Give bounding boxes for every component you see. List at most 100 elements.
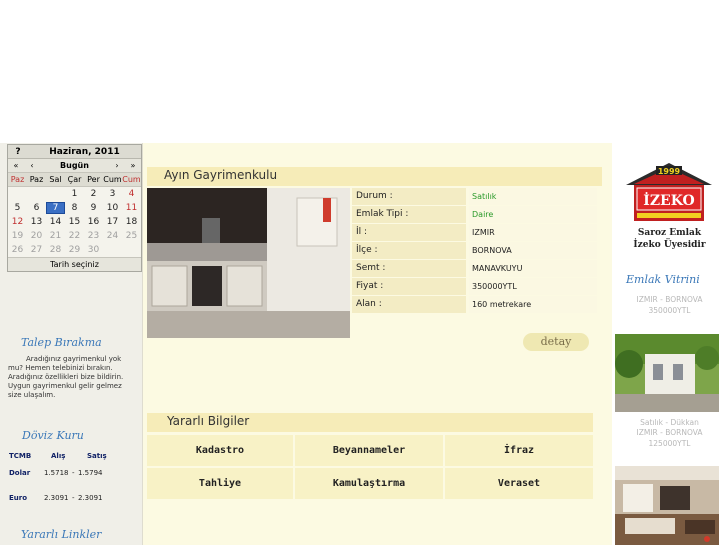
featured-details: Durum : Satılık Emlak Tipi : Daire İl : … — [352, 188, 597, 314]
calendar-widget: ? Haziran, 2011 « ‹ Bugün › » Paz Paz Sa… — [7, 144, 142, 272]
calendar-day[interactable]: 15 — [65, 217, 84, 227]
useful-info-title: Yararlı Bilgiler — [167, 414, 250, 428]
doviz-name-euro: Euro — [9, 494, 28, 502]
calendar-day[interactable]: 8 — [65, 203, 84, 213]
doviz-header-alis: Alış — [51, 452, 66, 460]
detail-key: İlçe : — [352, 242, 466, 259]
featured-photo[interactable] — [147, 188, 350, 338]
detail-row: Durum : Satılık — [352, 188, 597, 205]
vitrin3-image[interactable] — [615, 466, 719, 545]
detail-key: İl : — [352, 224, 466, 241]
vitrin1-price[interactable]: 350000YTL — [612, 306, 727, 316]
calendar-footer: Tarih seçiniz — [8, 257, 141, 271]
day-header: Cum — [122, 175, 141, 184]
prev-year-button[interactable]: « — [8, 161, 24, 170]
detail-value-city: IZMIR — [469, 224, 597, 241]
links-title: Yararlı Linkler — [21, 528, 102, 541]
logo-text: İZEKO — [643, 190, 694, 209]
left-sidebar: ? Haziran, 2011 « ‹ Bugün › » Paz Paz Sa… — [0, 143, 143, 545]
calendar-week: 26 27 28 29 30 — [8, 243, 141, 257]
useful-link-ifraz[interactable]: İfraz — [445, 435, 593, 466]
calendar-week: 5 6 7 8 9 10 11 — [8, 201, 141, 215]
calendar-day[interactable]: 28 — [46, 245, 65, 255]
vitrin2-image[interactable] — [615, 334, 719, 412]
calendar-day[interactable]: 12 — [8, 217, 27, 227]
calendar-day[interactable]: 16 — [84, 217, 103, 227]
calendar-day[interactable]: 23 — [84, 231, 103, 241]
calendar-day[interactable]: 20 — [27, 231, 46, 241]
doviz-header-tcmb: TCMB — [9, 452, 32, 460]
calendar-week: 19 20 21 22 23 24 25 — [8, 229, 141, 243]
day-header: Paz — [10, 175, 25, 184]
calendar-day[interactable]: 24 — [103, 231, 122, 241]
calendar-day[interactable]: 14 — [46, 217, 65, 227]
calendar-title-bar: ? Haziran, 2011 — [8, 145, 141, 159]
calendar-day[interactable]: 25 — [122, 231, 141, 241]
calendar-day[interactable]: 9 — [84, 203, 103, 213]
izeko-member-text: Saroz Emlak İzeko Üyesidir — [612, 227, 727, 251]
calendar-week: 12 13 14 15 16 17 18 — [8, 215, 141, 229]
calendar-day[interactable]: 13 — [27, 217, 46, 227]
calendar-day[interactable]: 3 — [103, 189, 122, 199]
right-sidebar: 1999 İZEKO Saroz Emlak İzeko Üyesidir Em… — [612, 143, 727, 545]
calendar-day[interactable]: 27 — [27, 245, 46, 255]
calendar-day[interactable]: 30 — [84, 245, 103, 255]
company-name: Saroz Emlak — [637, 228, 702, 238]
today-button[interactable]: Bugün — [40, 161, 109, 170]
vitrin2-type[interactable]: Satılık - Dükkan — [612, 418, 727, 428]
day-header: Per — [87, 175, 100, 184]
prev-month-button[interactable]: ‹ — [24, 161, 40, 170]
calendar-day[interactable]: 2 — [84, 189, 103, 199]
detail-key: Alan : — [352, 296, 466, 313]
detail-row: İl : IZMIR — [352, 224, 597, 241]
vitrin2-location[interactable]: IZMIR - BORNOVA — [612, 428, 727, 438]
vitrin2-price[interactable]: 125000YTL — [612, 439, 727, 449]
calendar-day[interactable]: 5 — [8, 203, 27, 213]
vitrin1-location[interactable]: IZMIR - BORNOVA — [612, 295, 727, 305]
calendar-day[interactable]: 26 — [8, 245, 27, 255]
calendar-day[interactable]: 17 — [103, 217, 122, 227]
detail-value-status: Satılık — [469, 188, 597, 205]
useful-info-header: Yararlı Bilgiler — [147, 413, 593, 432]
useful-link-kadastro[interactable]: Kadastro — [147, 435, 293, 466]
calendar-day[interactable]: 6 — [27, 203, 46, 213]
calendar-day[interactable]: 11 — [122, 203, 141, 213]
logo-year: 1999 — [658, 167, 681, 176]
next-year-button[interactable]: » — [125, 161, 141, 170]
detail-key: Durum : — [352, 188, 466, 205]
page: ? Haziran, 2011 « ‹ Bugün › » Paz Paz Sa… — [0, 0, 727, 545]
detail-key: Fiyat : — [352, 278, 466, 295]
doviz-euro-alis: 2.3091 — [44, 494, 69, 502]
vitrin-title: Emlak Vitrini — [626, 273, 700, 286]
doviz-header-satis: Satış — [87, 452, 107, 460]
calendar-help-button[interactable]: ? — [8, 147, 28, 157]
calendar-day[interactable]: 18 — [122, 217, 141, 227]
detail-button[interactable]: detay — [523, 333, 589, 351]
talep-title: Talep Bırakma — [21, 336, 102, 349]
detail-row: Emlak Tipi : Daire — [352, 206, 597, 223]
calendar-day[interactable]: 19 — [8, 231, 27, 241]
day-header: Paz — [29, 175, 44, 184]
calendar-day[interactable]: 22 — [65, 231, 84, 241]
doviz-title: Döviz Kuru — [22, 429, 84, 442]
calendar-day[interactable]: 21 — [46, 231, 65, 241]
detail-key: Semt : — [352, 260, 466, 277]
calendar-day[interactable]: 4 — [122, 189, 141, 199]
calendar-day[interactable]: 1 — [65, 189, 84, 199]
useful-link-kamulastirma[interactable]: Kamulaştırma — [295, 468, 443, 499]
calendar-day-today[interactable]: 7 — [46, 202, 66, 214]
calendar-day[interactable]: 29 — [65, 245, 84, 255]
useful-link-tahliye[interactable]: Tahliye — [147, 468, 293, 499]
detail-value-district: BORNOVA — [469, 242, 597, 259]
detail-row: Alan : 160 metrekare — [352, 296, 597, 313]
calendar-day[interactable]: 10 — [103, 203, 122, 213]
next-month-button[interactable]: › — [109, 161, 125, 170]
doviz-dolar-satis: 1.5794 — [78, 469, 103, 477]
doviz-dolar-alis: 1.5718 — [44, 469, 69, 477]
detail-value-area: 160 metrekare — [469, 296, 597, 313]
useful-link-veraset[interactable]: Veraset — [445, 468, 593, 499]
useful-link-beyannameler[interactable]: Beyannameler — [295, 435, 443, 466]
talep-text: Aradığınız gayrimenkul yok mu? Hemen tel… — [8, 355, 124, 399]
izeko-logo[interactable]: 1999 İZEKO — [626, 163, 712, 223]
day-header: Cum — [103, 175, 122, 184]
